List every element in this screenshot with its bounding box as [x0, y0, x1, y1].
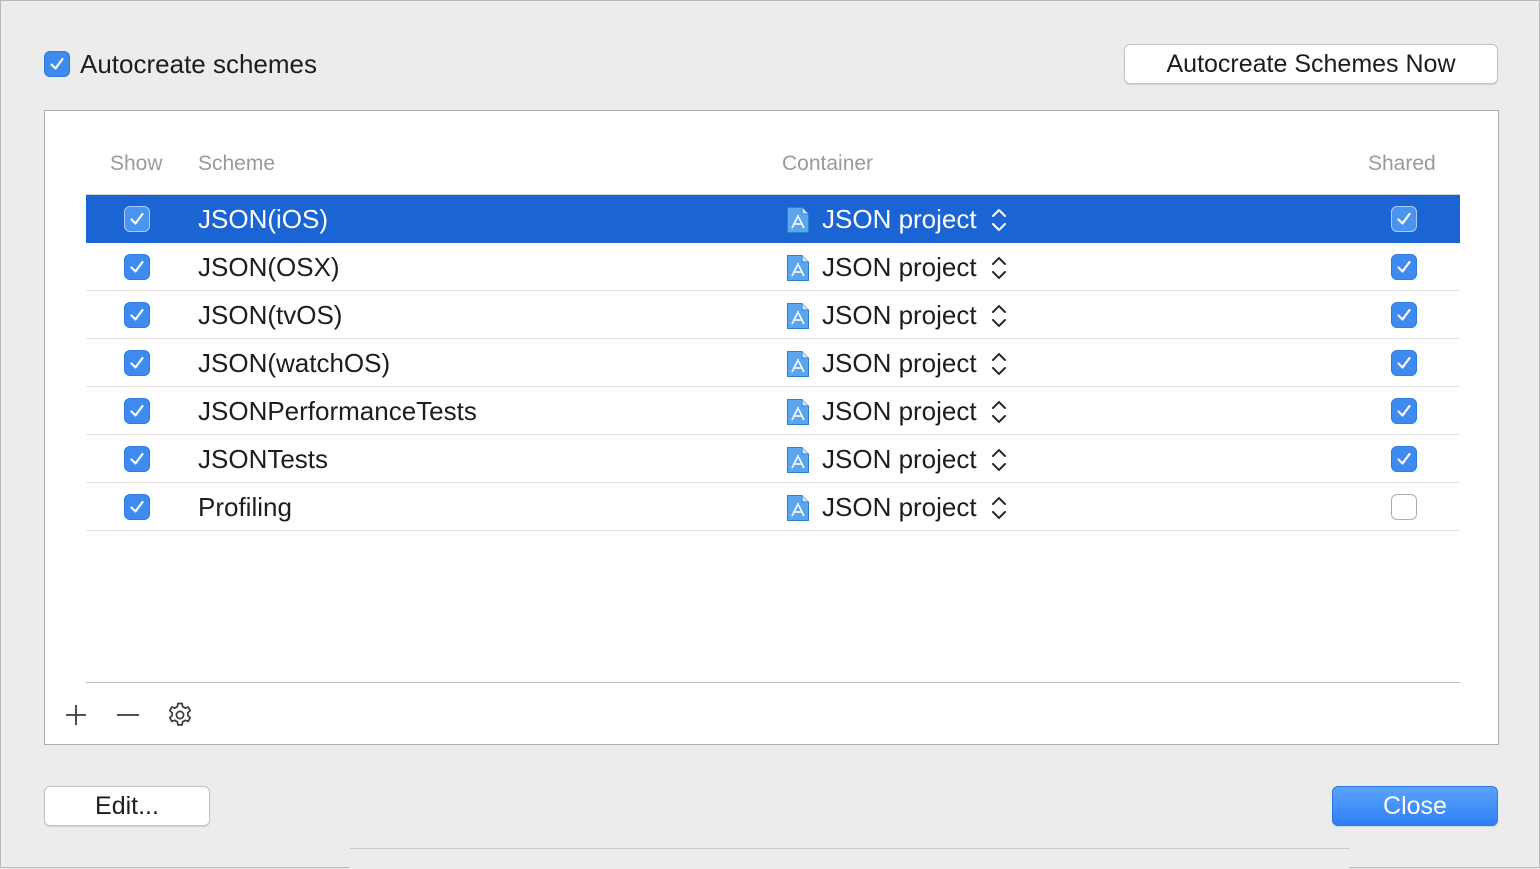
- stepper-icon: [992, 449, 1006, 471]
- project-file-icon: [787, 495, 809, 521]
- show-checkbox[interactable]: [124, 446, 150, 472]
- show-checkbox[interactable]: [124, 494, 150, 520]
- table-row[interactable]: JSON(iOS) JSON project: [86, 195, 1460, 243]
- minus-icon: [117, 714, 139, 716]
- checkmark-icon: [130, 500, 144, 513]
- shared-checkbox[interactable]: [1391, 350, 1417, 376]
- container-popup[interactable]: JSON project: [822, 251, 977, 283]
- checkmark-icon: [130, 308, 144, 321]
- background-window-edge: [350, 848, 1350, 869]
- stepper-icon: [992, 401, 1006, 423]
- scheme-name: JSONTests: [198, 444, 329, 474]
- table-bottom-divider: [86, 682, 1460, 683]
- edit-button[interactable]: Edit...: [44, 786, 210, 826]
- project-file-icon: [787, 255, 809, 281]
- schemes-table-panel: Show Scheme Container Shared JSON(iOS) JS…: [44, 110, 1499, 745]
- checkmark-icon: [1397, 212, 1411, 225]
- project-file-icon: [787, 303, 809, 329]
- scheme-name: JSON(tvOS): [198, 300, 343, 330]
- show-checkbox[interactable]: [124, 350, 150, 376]
- show-checkbox[interactable]: [124, 302, 150, 328]
- table-row[interactable]: JSONTests JSON project: [86, 435, 1460, 483]
- plus-icon: [66, 705, 86, 725]
- table-row[interactable]: Profiling JSON project: [86, 483, 1460, 531]
- project-file-icon: [787, 447, 809, 473]
- shared-checkbox[interactable]: [1391, 494, 1417, 520]
- stepper-icon: [992, 305, 1006, 327]
- scheme-name: JSON(OSX): [198, 252, 340, 282]
- scheme-name: JSONPerformanceTests: [198, 396, 477, 426]
- show-checkbox[interactable]: [124, 398, 150, 424]
- checkmark-icon: [1397, 356, 1411, 369]
- checkmark-icon: [1397, 404, 1411, 417]
- container-popup[interactable]: JSON project: [822, 203, 977, 235]
- checkmark-icon: [130, 356, 144, 369]
- checkmark-icon: [130, 260, 144, 273]
- shared-checkbox[interactable]: [1391, 398, 1417, 424]
- project-file-icon: [787, 207, 809, 233]
- autocreate-schemes-checkbox[interactable]: [44, 51, 70, 77]
- close-button[interactable]: Close: [1332, 786, 1498, 826]
- shared-checkbox[interactable]: [1391, 302, 1417, 328]
- project-file-icon: [787, 399, 809, 425]
- stepper-icon: [992, 257, 1006, 279]
- shared-checkbox[interactable]: [1391, 446, 1417, 472]
- checkmark-icon: [1397, 308, 1411, 321]
- checkmark-icon: [1397, 260, 1411, 273]
- container-popup[interactable]: JSON project: [822, 299, 977, 331]
- manage-schemes-sheet: Autocreate schemes Autocreate Schemes No…: [0, 0, 1540, 868]
- stepper-icon: [992, 497, 1006, 519]
- scheme-name: JSON(watchOS): [198, 348, 391, 378]
- gear-icon: [168, 702, 192, 726]
- checkmark-icon: [130, 452, 144, 465]
- scheme-actions-button[interactable]: [164, 699, 196, 731]
- container-popup[interactable]: JSON project: [822, 395, 977, 427]
- column-header-container[interactable]: Container: [782, 149, 873, 179]
- project-file-icon: [787, 351, 809, 377]
- shared-checkbox[interactable]: [1391, 254, 1417, 280]
- scheme-name: Profiling: [198, 492, 292, 522]
- checkmark-icon: [130, 404, 144, 417]
- autocreate-schemes-now-button[interactable]: Autocreate Schemes Now: [1124, 44, 1498, 84]
- stepper-icon: [992, 209, 1006, 231]
- table-row[interactable]: JSON(watchOS) JSON project: [86, 339, 1460, 387]
- column-header-scheme[interactable]: Scheme: [198, 149, 275, 179]
- checkmark-icon: [130, 212, 144, 225]
- show-checkbox[interactable]: [124, 254, 150, 280]
- column-header-shared[interactable]: Shared: [1368, 149, 1436, 179]
- table-row[interactable]: JSON(OSX) JSON project: [86, 243, 1460, 291]
- table-row[interactable]: JSON(tvOS) JSON project: [86, 291, 1460, 339]
- column-header-show[interactable]: Show: [110, 149, 163, 179]
- scheme-name: JSON(iOS): [198, 204, 328, 234]
- container-popup[interactable]: JSON project: [822, 347, 977, 379]
- add-scheme-button[interactable]: [60, 699, 92, 731]
- show-checkbox[interactable]: [124, 206, 150, 232]
- remove-scheme-button[interactable]: [112, 699, 144, 731]
- stepper-icon: [992, 353, 1006, 375]
- container-popup[interactable]: JSON project: [822, 491, 977, 523]
- checkmark-icon: [1397, 452, 1411, 465]
- checkmark-icon: [50, 57, 64, 70]
- table-row[interactable]: JSONPerformanceTests JSON project: [86, 387, 1460, 435]
- container-popup[interactable]: JSON project: [822, 443, 977, 475]
- shared-checkbox[interactable]: [1391, 206, 1417, 232]
- autocreate-schemes-label: Autocreate schemes: [80, 49, 318, 79]
